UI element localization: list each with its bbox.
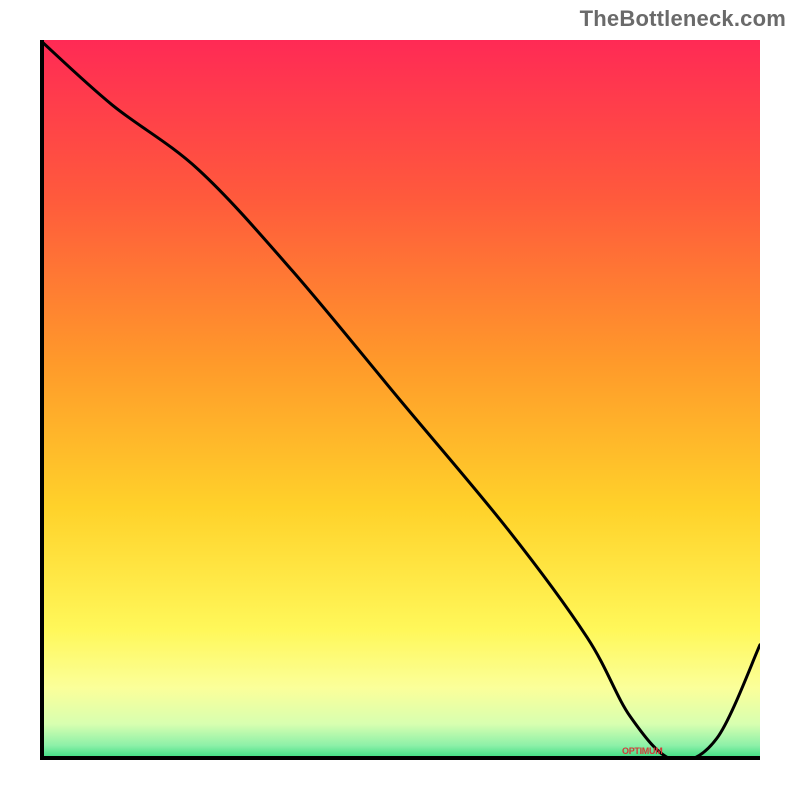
axes-frame	[40, 40, 760, 760]
watermark-text: TheBottleneck.com	[580, 6, 786, 32]
minimum-marker-label: OPTIMUM	[622, 746, 662, 756]
chart-container: TheBottleneck.com OPTIMUM	[0, 0, 800, 800]
